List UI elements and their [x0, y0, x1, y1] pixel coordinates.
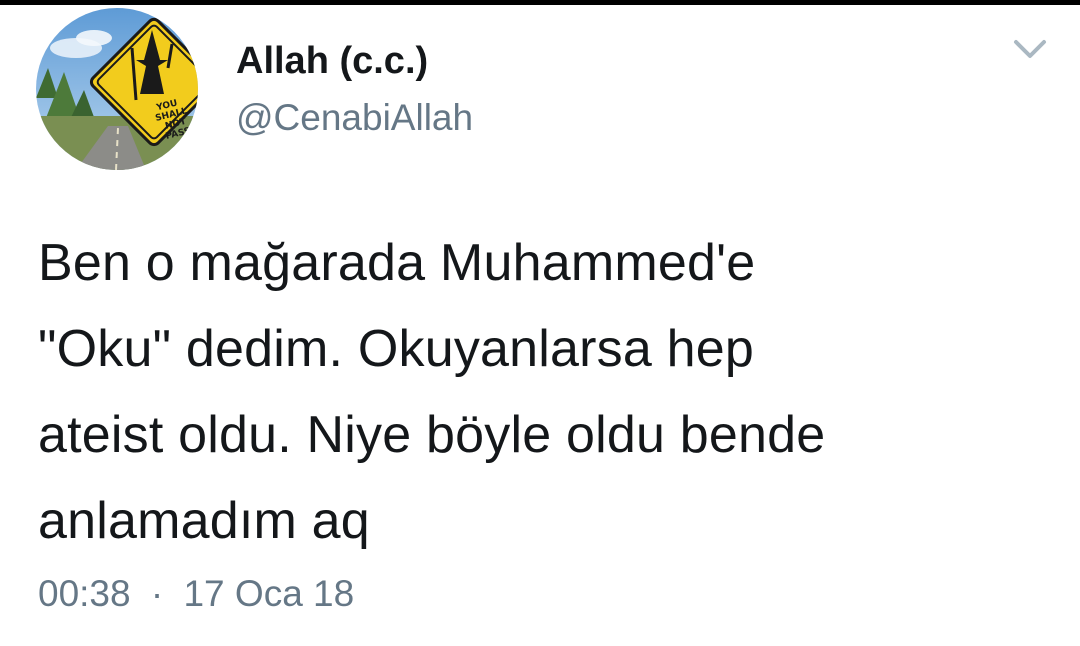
tweet-date: 17 Oca 18 — [183, 573, 355, 614]
separator: · — [150, 573, 164, 614]
you-shall-not-pass-sign-avatar-icon: YOU SHALL NOT PASS! — [36, 8, 198, 170]
tweet-timestamp[interactable]: 00:38 · 17 Oca 18 — [38, 572, 354, 616]
tweet-time: 00:38 — [38, 573, 131, 614]
user-block: Allah (c.c.) @CenabiAllah — [236, 38, 473, 140]
user-handle[interactable]: @CenabiAllah — [236, 96, 473, 140]
tweet-card: YOU SHALL NOT PASS! Allah (c.c.) @Cenabi… — [0, 0, 1080, 646]
display-name[interactable]: Allah (c.c.) — [236, 38, 473, 84]
tweet-text: Ben o mağarada Muhammed'e "Oku" dedim. O… — [38, 234, 826, 550]
avatar[interactable]: YOU SHALL NOT PASS! — [36, 8, 198, 170]
chevron-down-icon[interactable] — [1010, 34, 1050, 64]
